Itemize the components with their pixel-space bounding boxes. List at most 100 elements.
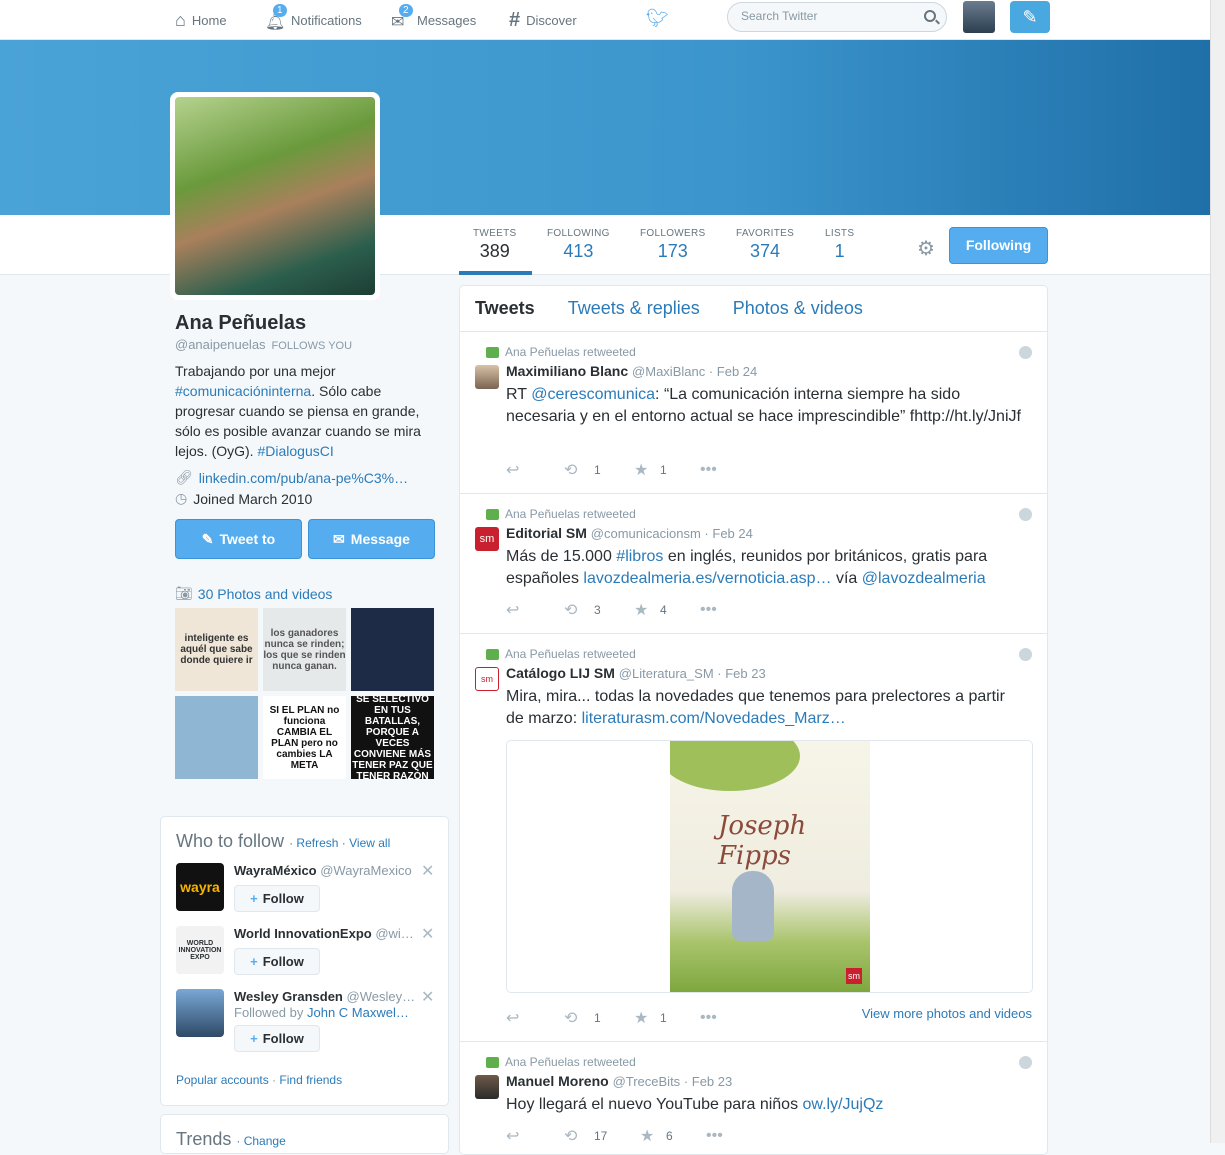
retweeted-by[interactable]: Ana Peñuelas retweeted bbox=[505, 647, 636, 661]
photo-thumbnail[interactable]: los ganadores nunca se rinden; los que s… bbox=[263, 608, 346, 691]
search-input[interactable]: Search Twitter bbox=[727, 2, 947, 32]
more-icon[interactable]: ••• bbox=[700, 1009, 717, 1027]
view-more-photos-link[interactable]: View more photos and videos bbox=[862, 1006, 1032, 1021]
tweet-author-name[interactable]: Editorial SM bbox=[506, 525, 587, 541]
followed-by-link[interactable]: John C Maxwel… bbox=[307, 1005, 409, 1020]
tweet-date[interactable]: Feb 23 bbox=[725, 666, 765, 681]
follow-button[interactable]: + Follow bbox=[234, 1025, 320, 1052]
tweet[interactable]: Ana Peñuelas retweeted Maximiliano Blanc… bbox=[460, 332, 1047, 494]
recommendation-name[interactable]: World InnovationExpo bbox=[234, 926, 372, 941]
retweeted-by[interactable]: Ana Peñuelas retweeted bbox=[505, 507, 636, 521]
tweet-author-name[interactable]: Maximiliano Blanc bbox=[506, 363, 628, 379]
stat-followers[interactable]: FOLLOWERS 173 bbox=[640, 228, 706, 262]
follow-button[interactable]: + Follow bbox=[234, 885, 320, 912]
tweet-avatar[interactable] bbox=[475, 365, 499, 389]
reply-icon[interactable]: ↩ bbox=[506, 1008, 564, 1028]
reply-icon[interactable]: ↩ bbox=[506, 460, 564, 480]
recommendation-name[interactable]: WayraMéxico bbox=[234, 863, 317, 878]
tweet-to-button[interactable]: ✎ Tweet to bbox=[175, 519, 302, 559]
photo-thumbnail[interactable]: SÉ SELECTIVO EN TUS BATALLAS, PORQUE A V… bbox=[351, 696, 434, 779]
retweet-icon[interactable]: ⟲ bbox=[564, 1126, 594, 1146]
tweet-media[interactable]: Joseph Fipps sm bbox=[506, 740, 1033, 993]
tweet-avatar[interactable]: sm bbox=[475, 667, 499, 691]
tweet-author-name[interactable]: Manuel Moreno bbox=[506, 1073, 609, 1089]
refresh-link[interactable]: Refresh bbox=[296, 836, 338, 850]
tab-photos-and-videos[interactable]: Photos & videos bbox=[733, 298, 863, 319]
bell-icon: 🔔︎ 1 bbox=[265, 4, 287, 31]
retweet-icon[interactable]: ⟲ bbox=[564, 1008, 594, 1028]
star-icon[interactable]: ★ bbox=[634, 1008, 660, 1028]
mention-link[interactable]: @lavozdealmeria bbox=[862, 570, 986, 587]
tweet-author-name[interactable]: Catálogo LIJ SM bbox=[506, 665, 615, 681]
tweet[interactable]: Ana Peñuelas retweeted sm Catálogo LIJ S… bbox=[460, 634, 1047, 1042]
bio-hashtag-link[interactable]: #DialogusCI bbox=[257, 443, 333, 459]
close-icon[interactable]: ✕ bbox=[421, 861, 434, 881]
photo-thumbnail[interactable] bbox=[175, 696, 258, 779]
photo-thumbnail[interactable]: inteligente es aquél que sabe donde quie… bbox=[175, 608, 258, 691]
profile-joined: Joined March 2010 bbox=[193, 490, 313, 507]
following-button[interactable]: Following bbox=[949, 227, 1048, 264]
profile-avatar[interactable] bbox=[170, 92, 380, 300]
compose-tweet-button[interactable]: ✎ bbox=[1010, 1, 1050, 33]
url-link[interactable]: lavozdealmeria.es/vernoticia.asp… bbox=[583, 570, 831, 587]
photo-thumbnail[interactable] bbox=[351, 608, 434, 691]
more-icon[interactable]: ••• bbox=[700, 461, 717, 479]
photos-header[interactable]: 📷︎ 30 Photos and videos bbox=[175, 585, 435, 602]
tweet-date[interactable]: Feb 24 bbox=[712, 526, 752, 541]
trends-change-link[interactable]: Change bbox=[244, 1134, 286, 1148]
gear-icon[interactable]: ⚙ bbox=[917, 236, 935, 261]
url-link[interactable]: literaturasm.com/Novedades_Marz… bbox=[582, 710, 846, 727]
recommendation-name[interactable]: Wesley Gransden bbox=[234, 989, 343, 1004]
photos-link[interactable]: 30 Photos and videos bbox=[198, 586, 333, 602]
tweet[interactable]: Ana Peñuelas retweeted sm Editorial SM @… bbox=[460, 494, 1047, 634]
bio-hashtag-link[interactable]: #comunicacióninterna bbox=[175, 383, 311, 399]
stat-lists[interactable]: LISTS 1 bbox=[825, 228, 854, 262]
tab-tweets-and-replies[interactable]: Tweets & replies bbox=[568, 298, 700, 319]
close-icon[interactable]: ✕ bbox=[421, 924, 434, 944]
nav-notifications[interactable]: 🔔︎ 1 Notifications bbox=[265, 0, 362, 40]
tweet-avatar[interactable] bbox=[475, 1075, 499, 1099]
profile-handle[interactable]: @anaipenuelas bbox=[175, 337, 266, 352]
reply-icon[interactable]: ↩ bbox=[506, 600, 564, 620]
account-avatar[interactable] bbox=[963, 1, 995, 33]
find-friends-link[interactable]: Find friends bbox=[279, 1073, 342, 1087]
more-icon[interactable]: ••• bbox=[700, 601, 717, 619]
retweeted-by[interactable]: Ana Peñuelas retweeted bbox=[505, 345, 636, 359]
recommendation-avatar[interactable]: wayra bbox=[176, 863, 224, 911]
stat-tweets[interactable]: TWEETS 389 bbox=[473, 228, 516, 262]
star-icon[interactable]: ★ bbox=[634, 600, 660, 620]
nav-discover[interactable]: # Discover bbox=[509, 0, 577, 40]
recommendation-avatar[interactable] bbox=[176, 989, 224, 1037]
twitter-bird-icon[interactable]: 🐦︎ bbox=[646, 8, 669, 28]
mention-link[interactable]: @cerescomunica bbox=[531, 386, 655, 403]
tweet[interactable]: Ana Peñuelas retweeted Manuel Moreno @Tr… bbox=[460, 1042, 1047, 1154]
stat-following[interactable]: FOLLOWING 413 bbox=[547, 228, 610, 262]
message-button[interactable]: ✉ Message bbox=[308, 519, 435, 559]
retweet-icon[interactable]: ⟲ bbox=[564, 460, 594, 480]
popular-accounts-link[interactable]: Popular accounts bbox=[176, 1073, 269, 1087]
stat-favorites[interactable]: FAVORITES 374 bbox=[736, 228, 794, 262]
hashtag-link[interactable]: #libros bbox=[616, 548, 663, 565]
nav-home[interactable]: ⌂ Home bbox=[175, 0, 227, 40]
recommendation-avatar[interactable]: WORLD INNOVATION EXPO bbox=[176, 926, 224, 974]
reply-icon[interactable]: ↩ bbox=[506, 1126, 564, 1146]
retweet-icon[interactable]: ⟲ bbox=[564, 600, 594, 620]
star-icon[interactable]: ★ bbox=[634, 460, 660, 480]
view-all-link[interactable]: View all bbox=[349, 836, 390, 850]
tab-tweets[interactable]: Tweets bbox=[475, 298, 535, 319]
tweet-date[interactable]: Feb 23 bbox=[692, 1074, 732, 1089]
star-icon[interactable]: ★ bbox=[640, 1126, 666, 1146]
tweet-avatar[interactable]: sm bbox=[475, 527, 499, 551]
retweeted-by[interactable]: Ana Peñuelas retweeted bbox=[505, 1055, 636, 1069]
nav-messages[interactable]: ✉ 2 Messages bbox=[391, 0, 476, 40]
url-link[interactable]: ow.ly/JujQz bbox=[803, 1096, 884, 1113]
more-icon[interactable]: ••• bbox=[706, 1127, 723, 1145]
photo-thumbnail[interactable]: SI EL PLAN no funciona CAMBIA EL PLAN pe… bbox=[263, 696, 346, 779]
close-icon[interactable]: ✕ bbox=[421, 987, 434, 1007]
tweet-date[interactable]: Feb 24 bbox=[717, 364, 757, 379]
search-icon[interactable] bbox=[924, 10, 936, 22]
follow-button[interactable]: + Follow bbox=[234, 948, 320, 975]
favorite-count: 1 bbox=[660, 1011, 667, 1025]
scrollbar[interactable] bbox=[1210, 0, 1225, 1143]
profile-website-link[interactable]: linkedin.com/pub/ana-pe%C3%… bbox=[199, 470, 408, 486]
